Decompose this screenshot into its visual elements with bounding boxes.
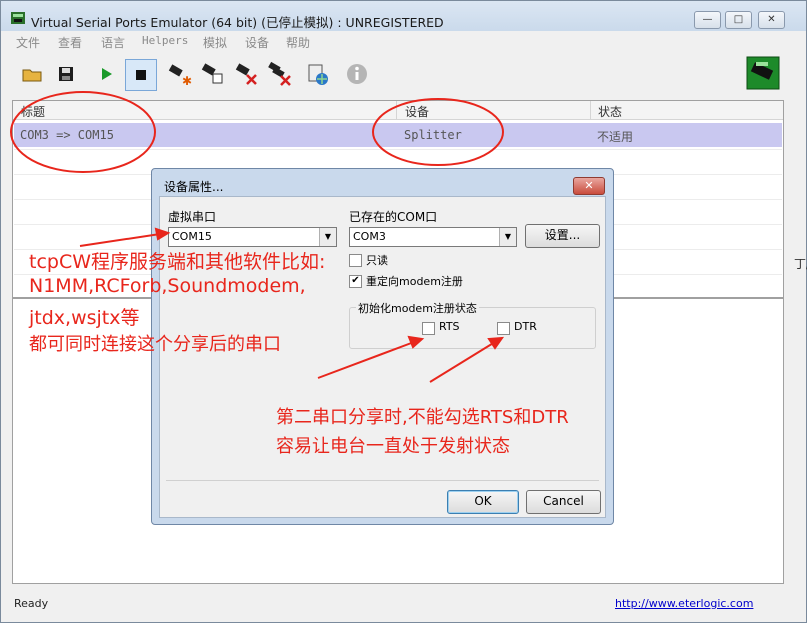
existing-port-label: 已存在的COM口 <box>349 210 438 224</box>
annotation-right-1: 第二串口分享时,不能勾选RTS和DTR <box>276 407 569 428</box>
modem-init-group: 初始化modem注册状态 RTS DTR <box>349 300 596 349</box>
ok-button[interactable]: OK <box>447 490 519 514</box>
window-title: Virtual Serial Ports Emulator (64 bit) (… <box>31 15 444 30</box>
info-icon[interactable] <box>344 61 370 87</box>
dialog-close-button[interactable]: ✕ <box>573 177 605 195</box>
open-folder-icon[interactable] <box>19 61 45 87</box>
delete-device-icon[interactable] <box>234 61 260 87</box>
dialog-body: 虚拟串口 COM15 ▼ 已存在的COM口 COM3 ▼ 设置... 只读 ✔ … <box>159 196 606 518</box>
menu-emulation[interactable]: 模拟 <box>203 34 227 51</box>
menu-helpers[interactable]: Helpers <box>142 34 188 47</box>
dialog-title: 设备属性... <box>164 180 224 194</box>
app-icon <box>11 12 25 24</box>
column-title[interactable]: 标题 <box>21 103 45 120</box>
close-icon: ✕ <box>584 179 594 192</box>
menu-view[interactable]: 查看 <box>58 34 82 51</box>
maximize-button[interactable]: □ <box>725 11 752 29</box>
cancel-button[interactable]: Cancel <box>526 490 601 514</box>
save-icon[interactable] <box>53 61 79 87</box>
rts-checkbox[interactable] <box>422 322 435 335</box>
existing-port-select[interactable]: COM3 ▼ <box>349 227 517 247</box>
chevron-down-icon: ▼ <box>319 228 336 246</box>
column-status[interactable]: 状态 <box>598 103 622 120</box>
minimize-button[interactable]: — <box>694 11 721 29</box>
svg-text:✱: ✱ <box>182 74 192 87</box>
annotation-right-2: 容易让电台一直处于发射状态 <box>276 436 510 457</box>
menu-bar: 文件 查看 语言 Helpers 模拟 设备 帮助 <box>1 31 806 51</box>
redirect-label: 重定向modem注册 <box>366 275 463 288</box>
menu-device[interactable]: 设备 <box>245 34 269 51</box>
row-status: 不适用 <box>597 130 634 144</box>
group-title: 初始化modem注册状态 <box>356 300 479 316</box>
toolbar: ✱ <box>1 53 806 97</box>
virtual-port-label: 虚拟串口 <box>168 210 217 224</box>
annotation-left-4: 都可同时连接这个分享后的串口 <box>29 334 281 355</box>
menu-language[interactable]: 语言 <box>101 34 125 51</box>
dtr-label: DTR <box>514 320 537 333</box>
check-icon: ✔ <box>351 275 360 286</box>
stop-button[interactable] <box>125 59 157 91</box>
row-title: COM3 => COM15 <box>20 128 114 142</box>
registration-icon[interactable] <box>746 56 780 90</box>
status-bar: Ready http://www.eterlogic.com <box>1 591 806 622</box>
menu-help[interactable]: 帮助 <box>286 34 310 51</box>
edge-glyph: 丁/ <box>794 257 807 271</box>
close-button[interactable]: ✕ <box>758 11 785 29</box>
menu-file[interactable]: 文件 <box>16 34 40 51</box>
redirect-checkbox[interactable]: ✔ <box>349 275 362 288</box>
virtual-port-select[interactable]: COM15 ▼ <box>168 227 337 247</box>
play-icon[interactable] <box>93 61 119 87</box>
dtr-checkbox[interactable] <box>497 322 510 335</box>
rts-label: RTS <box>439 320 460 333</box>
status-text: Ready <box>14 597 49 610</box>
settings-button[interactable]: 设置... <box>525 224 600 248</box>
network-device-icon[interactable] <box>305 61 331 87</box>
column-device[interactable]: 设备 <box>405 103 429 120</box>
annotation-left-3: jtdx,wsjtx等 <box>29 307 140 329</box>
annotation-left-1: tcpCW程序服务端和其他软件比如: <box>29 251 326 273</box>
table-row[interactable]: COM3 => COM15 Splitter 不适用 <box>14 123 782 147</box>
readonly-label: 只读 <box>366 254 388 267</box>
new-device-icon[interactable]: ✱ <box>167 61 193 87</box>
row-device: Splitter <box>404 128 462 142</box>
website-link[interactable]: http://www.eterlogic.com <box>615 597 753 610</box>
list-header: 标题 设备 状态 <box>13 101 783 120</box>
chevron-down-icon: ▼ <box>499 228 516 246</box>
readonly-checkbox[interactable] <box>349 254 362 267</box>
delete-all-devices-icon[interactable] <box>267 61 293 87</box>
device-properties-icon[interactable] <box>200 61 226 87</box>
stop-icon <box>136 70 146 80</box>
annotation-left-2: N1MM,RCForb,Soundmodem, <box>29 275 306 297</box>
